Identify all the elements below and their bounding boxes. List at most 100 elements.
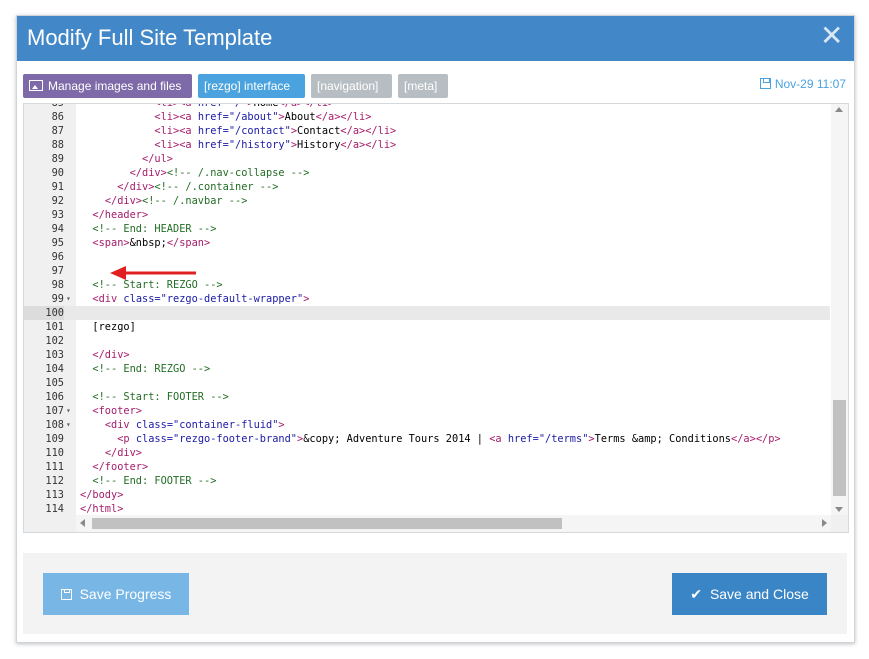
navigation-button[interactable]: [navigation]: [311, 74, 392, 98]
line-number: 100: [24, 306, 64, 320]
code-line[interactable]: 102: [24, 334, 830, 348]
code-line[interactable]: 94 <!-- End: HEADER -->: [24, 222, 830, 236]
close-icon[interactable]: ✕: [820, 22, 843, 50]
line-number: 111: [45, 461, 64, 473]
code-line[interactable]: 113 </body>: [24, 488, 830, 502]
line-number: 112: [45, 475, 64, 487]
modify-template-modal: Modify Full Site Template ✕ Manage image…: [16, 15, 855, 643]
code-text: </div>: [104, 447, 143, 459]
image-icon: [29, 80, 43, 91]
line-number: 88: [51, 139, 64, 151]
line-number: 86: [51, 111, 64, 123]
line-number: 93: [51, 209, 64, 221]
code-line[interactable]: 92 </div><!-- /.navbar -->: [24, 194, 830, 208]
line-number: 96: [51, 251, 64, 263]
code-line[interactable]: 101 [rezgo]: [24, 320, 830, 334]
line-number: 109: [45, 433, 64, 445]
line-number: 106: [45, 391, 64, 403]
code-line[interactable]: 96: [24, 250, 830, 264]
code-text: </header>: [92, 209, 149, 221]
code-line[interactable]: 112 <!-- End: FOOTER -->: [24, 474, 830, 488]
fold-toggle-icon[interactable]: ▾: [66, 418, 75, 432]
code-line[interactable]: 100: [24, 306, 830, 320]
last-saved-time: Nov-29 11:07: [774, 77, 846, 91]
fold-toggle-icon[interactable]: ▾: [66, 404, 75, 418]
line-number: 89: [51, 153, 64, 165]
horizontal-scrollbar[interactable]: [76, 515, 831, 532]
code-text: <span>&nbsp;</span>: [92, 237, 211, 249]
code-lines: 85 <li><a href="/">Home</a></li> 86 <li><…: [24, 103, 830, 516]
scroll-up-arrow-icon[interactable]: [835, 107, 843, 112]
code-line[interactable]: 99 ▾ <div class="rezgo-default-wrapper">: [24, 292, 830, 306]
vertical-scroll-thumb[interactable]: [833, 400, 846, 496]
code-text: </div><!-- /.navbar -->: [104, 195, 248, 207]
horizontal-scroll-thumb[interactable]: [92, 518, 562, 529]
code-line[interactable]: 89 </ul>: [24, 152, 830, 166]
code-line[interactable]: 110 </div>: [24, 446, 830, 460]
code-line[interactable]: 93 </header>: [24, 208, 830, 222]
line-number: 87: [51, 125, 64, 137]
checkmark-icon: ✔: [690, 586, 702, 602]
code-line[interactable]: 91 </div><!-- /.container -->: [24, 180, 830, 194]
code-text: <p class="rezgo-footer-brand">&copy; Adv…: [117, 433, 781, 445]
save-progress-label: Save Progress: [79, 586, 172, 602]
line-number: 105: [45, 377, 64, 389]
code-text: </div><!-- /.container -->: [117, 181, 279, 193]
code-text: [rezgo]: [80, 321, 136, 333]
line-number: 91: [51, 181, 64, 193]
code-text: <!-- End: HEADER -->: [92, 223, 217, 235]
code-text: <!-- Start: FOOTER -->: [92, 391, 229, 403]
code-text: </html>: [80, 503, 124, 515]
code-text: <li><a href="/about">About</a></li>: [154, 111, 372, 123]
code-text: <div class="container-fluid">: [104, 419, 285, 431]
rezgo-interface-button[interactable]: [rezgo] interface: [198, 74, 305, 98]
modal-header: Modify Full Site Template ✕: [17, 16, 854, 61]
code-text: </body>: [80, 489, 124, 501]
line-number: 102: [45, 335, 64, 347]
code-line[interactable]: 114 </html>: [24, 502, 830, 516]
code-line[interactable]: 107 ▾ <footer>: [24, 404, 830, 418]
code-line[interactable]: 90 </div><!-- /.nav-collapse -->: [24, 166, 830, 180]
code-line[interactable]: 109 <p class="rezgo-footer-brand">&copy;…: [24, 432, 830, 446]
code-line[interactable]: 104 <!-- End: REZGO -->: [24, 362, 830, 376]
code-text: </div><!-- /.nav-collapse -->: [129, 167, 310, 179]
save-and-close-label: Save and Close: [709, 586, 809, 602]
code-editor[interactable]: 85 <li><a href="/">Home</a></li> 86 <li><…: [23, 103, 849, 533]
code-line[interactable]: 86 <li><a href="/about">About</a></li>: [24, 110, 830, 124]
red-arrow-icon: [110, 266, 196, 280]
save-progress-button[interactable]: Save Progress: [43, 573, 189, 615]
scrollbar-corner: [831, 515, 848, 532]
code-text: <!-- End: FOOTER -->: [92, 475, 217, 487]
code-line[interactable]: 106 <!-- Start: FOOTER -->: [24, 390, 830, 404]
scroll-right-arrow-icon[interactable]: [822, 519, 827, 527]
line-number: 108: [45, 419, 64, 431]
line-number: 107: [45, 405, 64, 417]
fold-toggle-icon[interactable]: ▾: [66, 292, 75, 306]
code-line[interactable]: 87 <li><a href="/contact">Contact</a></l…: [24, 124, 830, 138]
code-text: </div>: [92, 349, 130, 361]
scroll-down-arrow-icon[interactable]: [835, 507, 843, 512]
code-text: <li><a href="/history">History</a></li>: [154, 139, 397, 151]
code-line[interactable]: 103 </div>: [24, 348, 830, 362]
code-line[interactable]: 95 <span>&nbsp;</span>: [24, 236, 830, 250]
save-and-close-button[interactable]: ✔ Save and Close: [672, 573, 827, 615]
manage-images-button[interactable]: Manage images and files: [23, 74, 192, 98]
vertical-scrollbar[interactable]: [831, 104, 848, 515]
line-number: 104: [45, 363, 64, 375]
code-line[interactable]: 85 <li><a href="/">Home</a></li>: [24, 103, 830, 110]
code-text: <li><a href="/">Home</a></li>: [154, 103, 335, 109]
floppy-disk-icon: [60, 589, 72, 600]
code-text: <li><a href="/contact">Contact</a></li>: [154, 125, 397, 137]
line-number: 97: [51, 265, 64, 277]
code-text: <!-- End: REZGO -->: [92, 363, 211, 375]
code-line[interactable]: 105: [24, 376, 830, 390]
scroll-left-arrow-icon[interactable]: [80, 519, 85, 527]
code-line[interactable]: 108 ▾ <div class="container-fluid">: [24, 418, 830, 432]
meta-button[interactable]: [meta]: [398, 74, 448, 98]
line-number: 110: [45, 447, 64, 459]
code-line[interactable]: 88 <li><a href="/history">History</a></l…: [24, 138, 830, 152]
manage-images-label: Manage images and files: [48, 79, 182, 93]
line-number: 101: [45, 321, 64, 333]
code-text: </ul>: [142, 153, 173, 165]
code-line[interactable]: 111 </footer>: [24, 460, 830, 474]
